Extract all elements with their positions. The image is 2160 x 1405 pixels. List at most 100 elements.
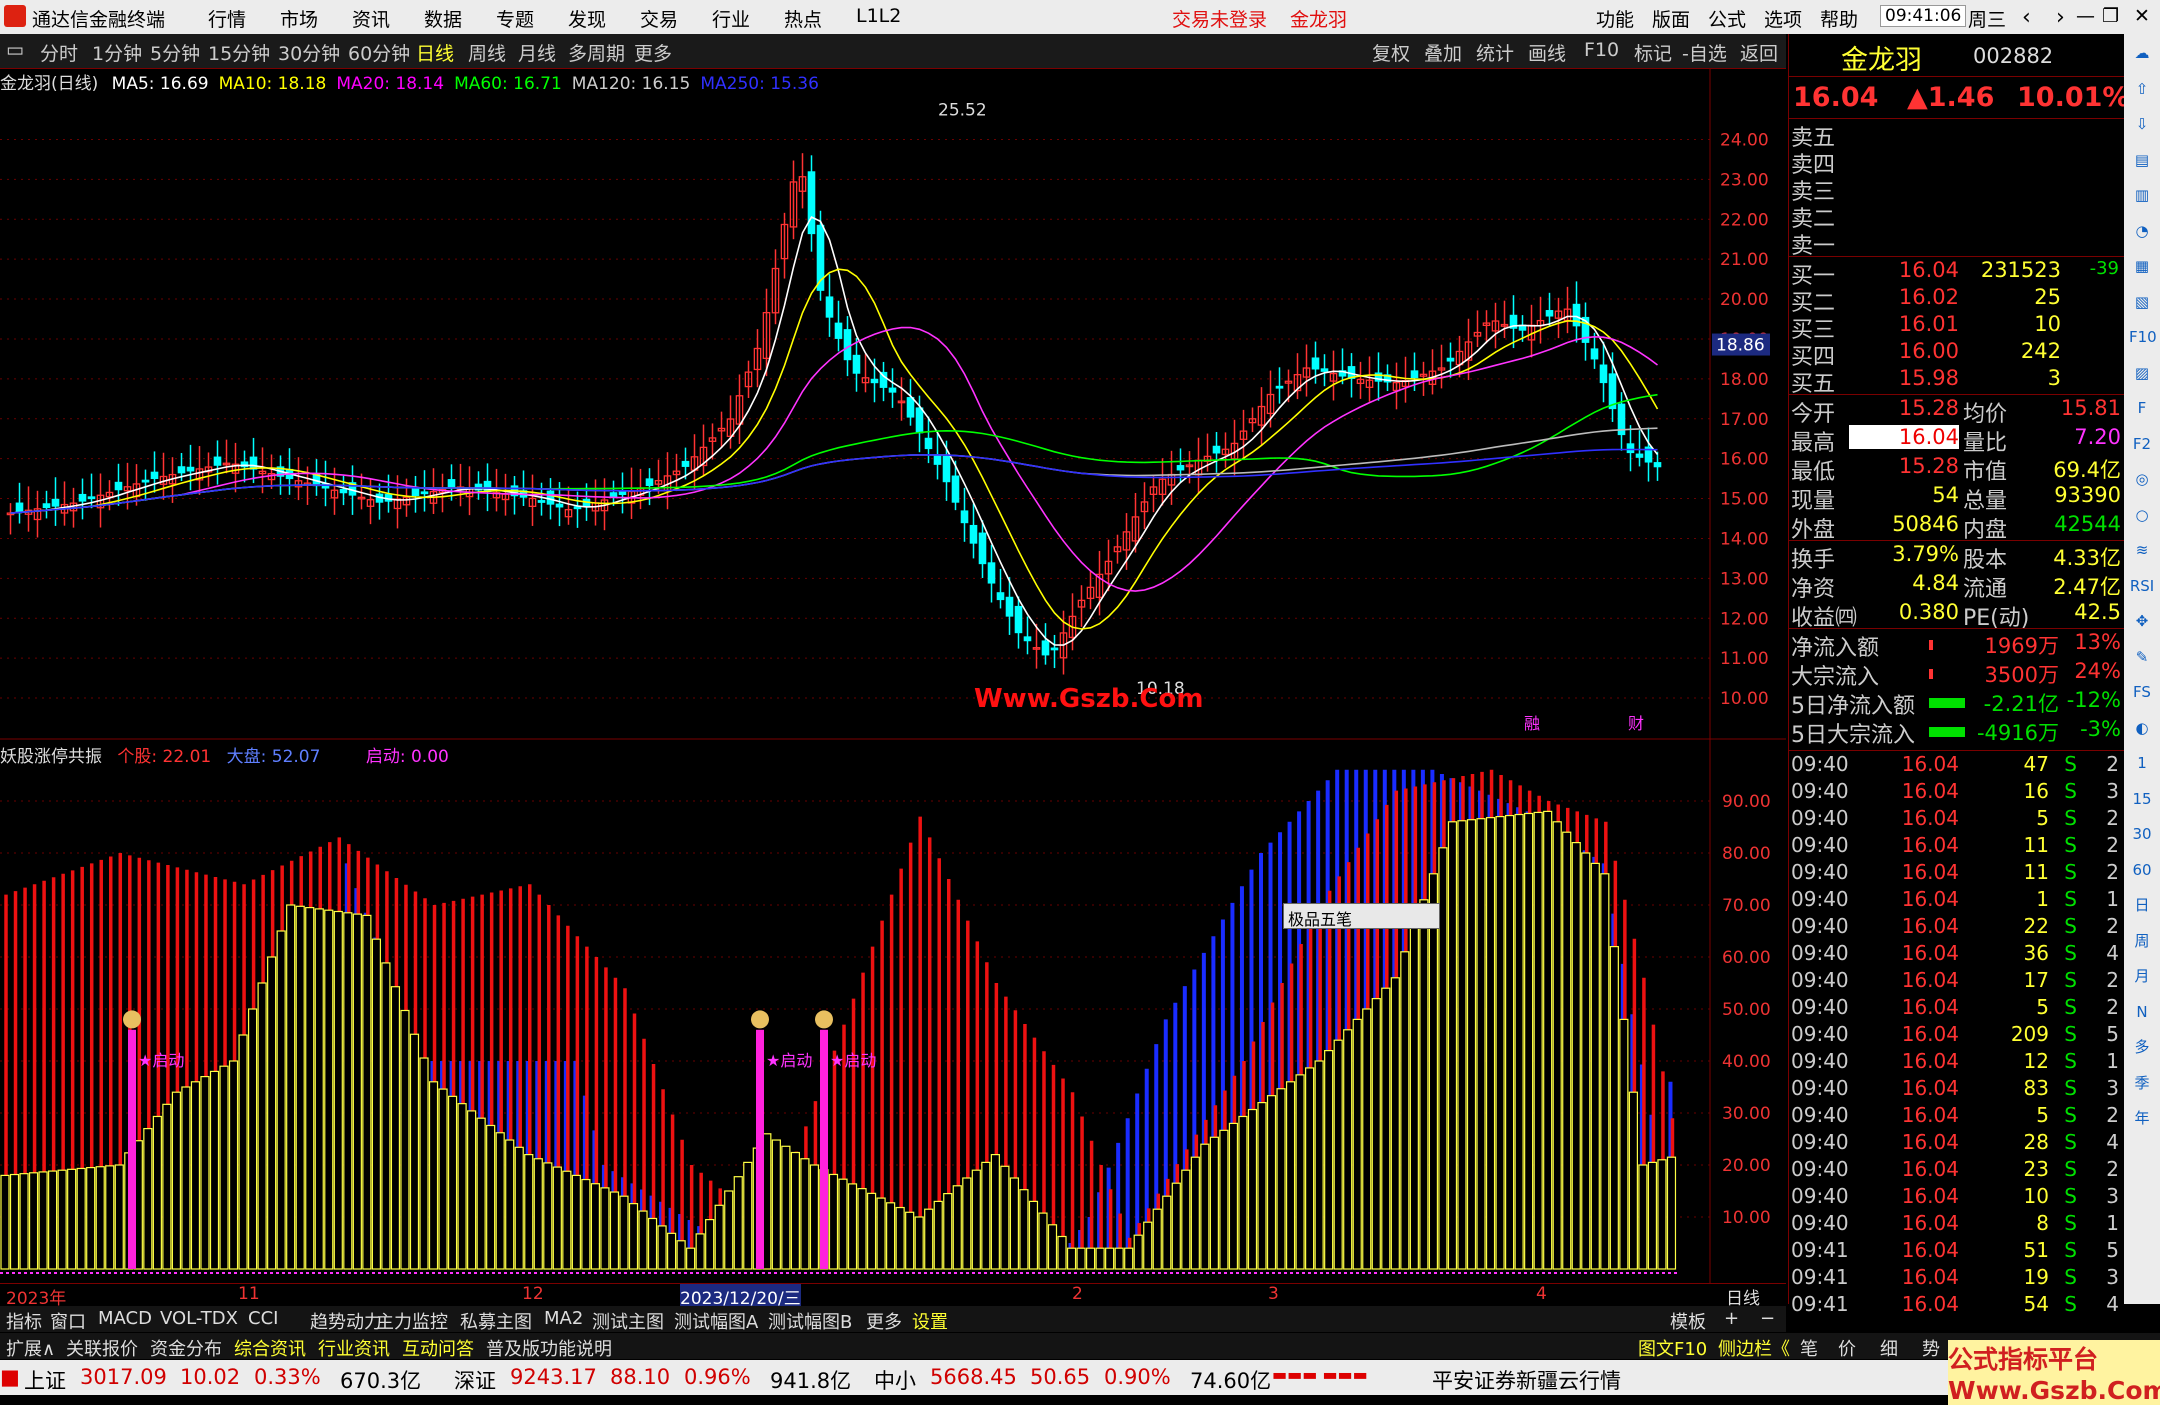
menu-item[interactable]: 热点: [784, 5, 822, 32]
side-tool-icon[interactable]: ⇧: [2129, 76, 2155, 102]
side-tab[interactable]: 势: [1922, 1335, 1940, 1361]
indicator-tab[interactable]: 设置: [912, 1308, 948, 1334]
close-icon[interactable]: ✕: [2134, 5, 2150, 27]
minimize-icon[interactable]: —: [2076, 5, 2095, 27]
side-tool-icon[interactable]: ✥: [2129, 608, 2155, 634]
indicator-tab[interactable]: 更多: [866, 1308, 902, 1334]
extension-tab[interactable]: 互动问答: [402, 1335, 474, 1361]
indicator-tab[interactable]: 测试幅图A: [674, 1308, 758, 1334]
side-tool-icon[interactable]: 多: [2129, 1034, 2155, 1060]
side-tool-icon[interactable]: ▧: [2129, 289, 2155, 315]
index-name[interactable]: 中小: [874, 1365, 916, 1395]
tool-f10[interactable]: F10: [1584, 39, 1619, 61]
menu-item[interactable]: 市场: [280, 5, 318, 32]
side-tab[interactable]: 图文F10: [1638, 1335, 1707, 1361]
index-name[interactable]: 上证: [24, 1365, 66, 1395]
tool-draw[interactable]: 画线: [1528, 39, 1566, 66]
menu-item-formula[interactable]: 公式: [1708, 5, 1746, 32]
side-tool-icon[interactable]: N: [2129, 999, 2155, 1025]
tool-adjust[interactable]: 复权: [1372, 39, 1410, 66]
menu-item-func[interactable]: 功能: [1596, 5, 1634, 32]
period-30min[interactable]: 30分钟: [278, 39, 340, 66]
indicator-tab[interactable]: MACD: [98, 1308, 152, 1329]
menu-item[interactable]: 交易: [640, 5, 678, 32]
indicator-tab[interactable]: CCI: [248, 1308, 278, 1329]
menu-item-help[interactable]: 帮助: [1820, 5, 1858, 32]
period-more[interactable]: 更多: [634, 39, 672, 66]
side-tool-icon[interactable]: F10: [2129, 324, 2157, 350]
chart-area[interactable]: ★启动★启动★启动 24.0023.0022.0021.0020.0019.00…: [0, 69, 1786, 1283]
indicator-tab[interactable]: 主力监控: [376, 1308, 448, 1334]
period-multi[interactable]: 多周期: [568, 39, 625, 66]
period-monthly[interactable]: 月线: [518, 39, 556, 66]
side-tool-icon[interactable]: F2: [2129, 431, 2155, 457]
period-1min[interactable]: 1分钟: [92, 39, 142, 66]
menu-item[interactable]: 行情: [208, 5, 246, 32]
extension-tab[interactable]: 关联报价: [66, 1335, 138, 1361]
side-tool-icon[interactable]: ○: [2129, 502, 2155, 528]
restore-icon[interactable]: ❐: [2102, 5, 2119, 27]
menu-item[interactable]: 专题: [496, 5, 534, 32]
side-tool-icon[interactable]: ◎: [2129, 466, 2155, 492]
tool-back[interactable]: 返回: [1740, 39, 1778, 66]
menu-item-layout[interactable]: 版面: [1652, 5, 1690, 32]
side-tool-icon[interactable]: ▥: [2129, 182, 2155, 208]
side-tool-icon[interactable]: ◐: [2129, 715, 2155, 741]
extension-tab[interactable]: 扩展∧: [6, 1335, 55, 1361]
side-tool-icon[interactable]: ✎: [2129, 644, 2155, 670]
side-tab[interactable]: 笔: [1800, 1335, 1818, 1361]
extension-tab[interactable]: 资金分布: [150, 1335, 222, 1361]
side-tool-icon[interactable]: F: [2129, 395, 2155, 421]
tool-mark[interactable]: 标记: [1634, 39, 1672, 66]
extension-tab[interactable]: 综合资讯: [234, 1335, 306, 1361]
side-tool-icon[interactable]: 30: [2129, 821, 2155, 847]
period-daily[interactable]: 日线: [416, 39, 454, 66]
ime-toolbar[interactable]: 极品五笔: [1283, 903, 1440, 929]
side-tool-icon[interactable]: 年: [2129, 1105, 2155, 1131]
index-name[interactable]: 深证: [454, 1365, 496, 1395]
side-tool-icon[interactable]: 15: [2129, 786, 2155, 812]
indicator-tab[interactable]: 指标: [6, 1308, 42, 1334]
period-60min[interactable]: 60分钟: [348, 39, 410, 66]
side-tool-icon[interactable]: RSI: [2129, 573, 2155, 599]
side-tab[interactable]: 细: [1880, 1335, 1898, 1361]
extension-tab[interactable]: 普及版功能说明: [486, 1335, 612, 1361]
side-tool-icon[interactable]: ▨: [2129, 360, 2155, 386]
menu-item[interactable]: L1L2: [856, 5, 901, 27]
menu-item[interactable]: 数据: [424, 5, 462, 32]
side-tool-icon[interactable]: FS: [2129, 679, 2155, 705]
indicator-tab[interactable]: 趋势动力: [310, 1308, 382, 1334]
period-weekly[interactable]: 周线: [468, 39, 506, 66]
menu-item[interactable]: 资讯: [352, 5, 390, 32]
side-tool-icon[interactable]: ☁: [2129, 40, 2155, 66]
toolbar-toggle-icon[interactable]: ▭: [6, 39, 24, 61]
side-tool-icon[interactable]: 月: [2129, 963, 2155, 989]
tool-overlay[interactable]: 叠加: [1424, 39, 1462, 66]
side-tool-icon[interactable]: ⇩: [2129, 111, 2155, 137]
menu-item[interactable]: 发现: [568, 5, 606, 32]
period-intraday[interactable]: 分时: [40, 39, 78, 66]
menu-item-options[interactable]: 选项: [1764, 5, 1802, 32]
indicator-tab[interactable]: 窗口: [50, 1308, 86, 1334]
side-tool-icon[interactable]: ◔: [2129, 218, 2155, 244]
side-tab[interactable]: 价: [1838, 1335, 1856, 1361]
tool-watchlist[interactable]: -自选: [1682, 39, 1727, 66]
side-tab[interactable]: 侧边栏《: [1718, 1335, 1790, 1361]
side-tool-icon[interactable]: 60: [2129, 857, 2155, 883]
tool-stats[interactable]: 统计: [1476, 39, 1514, 66]
template-button[interactable]: 模板: [1670, 1308, 1706, 1334]
login-status[interactable]: 交易未登录: [1172, 5, 1267, 32]
period-5min[interactable]: 5分钟: [150, 39, 200, 66]
extension-tab[interactable]: 行业资讯: [318, 1335, 390, 1361]
period-15min[interactable]: 15分钟: [208, 39, 270, 66]
forward-icon[interactable]: ›: [2056, 5, 2065, 30]
side-tool-icon[interactable]: 日: [2129, 892, 2155, 918]
side-tool-icon[interactable]: ≋: [2129, 537, 2155, 563]
menu-item[interactable]: 行业: [712, 5, 750, 32]
side-tool-icon[interactable]: 1: [2129, 750, 2155, 776]
indicator-tab[interactable]: 测试幅图B: [768, 1308, 852, 1334]
side-tool-icon[interactable]: ▦: [2129, 253, 2155, 279]
indicator-tab[interactable]: 私募主图: [460, 1308, 532, 1334]
back-icon[interactable]: ‹: [2022, 5, 2031, 30]
add-icon[interactable]: +: [1724, 1308, 1739, 1329]
